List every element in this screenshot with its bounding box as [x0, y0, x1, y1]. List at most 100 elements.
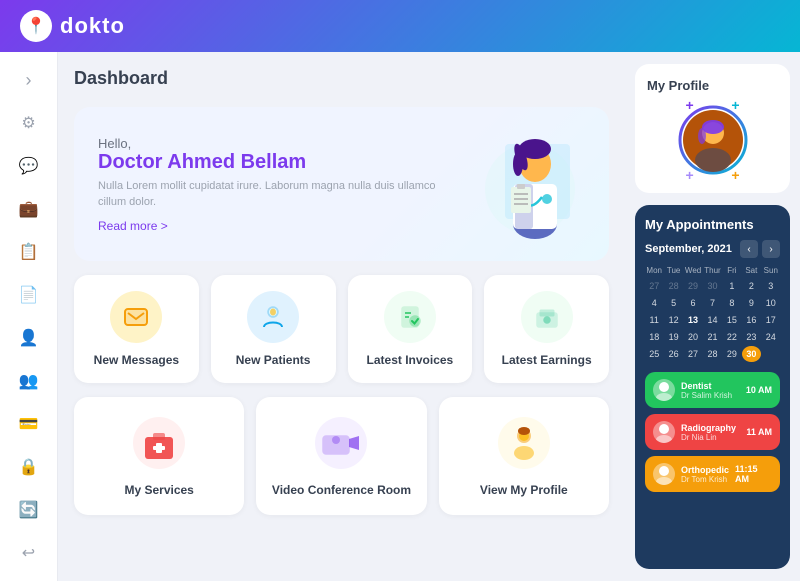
calendar-header: September, 2021 ‹ ›: [645, 240, 780, 258]
cal-day[interactable]: 3: [762, 278, 780, 294]
appt-doctor-dentist: Dr Salim Krish: [681, 391, 740, 400]
appointment-radio[interactable]: Radiography Dr Nia Lin 11 AM: [645, 414, 780, 450]
earnings-icon: [521, 291, 573, 343]
appt-time-dentist: 10 AM: [746, 385, 772, 395]
calendar-prev[interactable]: ‹: [740, 240, 758, 258]
sidebar-item-card[interactable]: 💳: [10, 405, 48, 442]
action-card-video[interactable]: Video Conference Room: [256, 397, 426, 515]
cal-day[interactable]: 17: [762, 312, 780, 328]
appt-specialty-ortho: Orthopedic: [681, 465, 729, 475]
cal-day[interactable]: 6: [684, 295, 702, 311]
cal-header-fri: Fri: [723, 264, 741, 277]
doctor-illustration: [455, 129, 585, 239]
cal-header-mon: Mon: [645, 264, 663, 277]
profile-label: View My Profile: [480, 483, 568, 497]
cal-day[interactable]: 9: [742, 295, 760, 311]
appt-avatar-ortho: [653, 463, 675, 485]
appointments-card: My Appointments September, 2021 ‹ › Mon …: [635, 205, 790, 569]
sidebar-item-logout[interactable]: ↩: [10, 534, 48, 571]
patients-label: New Patients: [236, 353, 311, 367]
stat-card-messages[interactable]: New Messages: [74, 275, 199, 383]
cal-day[interactable]: 10: [762, 295, 780, 311]
cal-day[interactable]: 18: [645, 329, 663, 345]
action-cards: My Services Video Conference Room: [74, 397, 609, 515]
cal-day[interactable]: 28: [703, 346, 721, 362]
cal-day[interactable]: 30: [703, 278, 721, 294]
sidebar-item-lock[interactable]: 🔒: [10, 448, 48, 485]
deco-plus-tr: +: [731, 97, 739, 113]
appointment-dentist[interactable]: Dentist Dr Salim Krish 10 AM: [645, 372, 780, 408]
appt-specialty-radio: Radiography: [681, 423, 740, 433]
welcome-text: Hello, Doctor Ahmed Bellam Nulla Lorem m…: [98, 136, 455, 233]
calendar-month: September, 2021: [645, 243, 732, 255]
appt-avatar-dentist: [653, 379, 675, 401]
cal-day[interactable]: 23: [742, 329, 760, 345]
cal-day[interactable]: 29: [684, 278, 702, 294]
appt-doctor-radio: Dr Nia Lin: [681, 433, 740, 442]
logo: 📍 dokto: [20, 10, 125, 42]
sidebar-item-group[interactable]: 👥: [10, 362, 48, 399]
cal-day[interactable]: 13: [684, 312, 702, 328]
cal-day[interactable]: 15: [723, 312, 741, 328]
earnings-label: Latest Earnings: [502, 353, 592, 367]
profile-avatar-wrapper: + + + +: [678, 105, 748, 175]
sidebar-item-refresh[interactable]: 🔄: [10, 491, 48, 528]
appointment-ortho[interactable]: Orthopedic Dr Tom Krish 11:15 AM: [645, 456, 780, 492]
cal-day[interactable]: 7: [703, 295, 721, 311]
cal-day[interactable]: 8: [723, 295, 741, 311]
cal-day[interactable]: 28: [664, 278, 682, 294]
calendar-next[interactable]: ›: [762, 240, 780, 258]
sidebar-item-settings[interactable]: ⚙: [10, 105, 48, 142]
cal-header-thur: Thur: [703, 264, 721, 277]
deco-plus-tl: +: [686, 97, 694, 113]
cal-day[interactable]: 29: [723, 346, 741, 362]
sidebar-toggle[interactable]: ›: [10, 62, 48, 99]
cal-day[interactable]: 4: [645, 295, 663, 311]
cal-day[interactable]: 11: [645, 312, 663, 328]
profile-action-icon: [496, 415, 552, 471]
cal-day[interactable]: 19: [664, 329, 682, 345]
sidebar-item-messages[interactable]: 💬: [10, 148, 48, 185]
cal-day[interactable]: 21: [703, 329, 721, 345]
appt-info-ortho: Orthopedic Dr Tom Krish: [681, 465, 729, 484]
video-label: Video Conference Room: [272, 483, 411, 497]
sidebar-item-briefcase[interactable]: 💼: [10, 191, 48, 228]
invoices-icon: [384, 291, 436, 343]
services-icon: [131, 415, 187, 471]
welcome-description: Nulla Lorem mollit cupidatat irure. Labo…: [98, 178, 455, 211]
cal-day[interactable]: 1: [723, 278, 741, 294]
video-icon: [313, 415, 369, 471]
stat-card-earnings[interactable]: Latest Earnings: [484, 275, 609, 383]
cal-day-today[interactable]: 30: [742, 346, 760, 362]
cal-day[interactable]: 22: [723, 329, 741, 345]
cal-day[interactable]: 2: [742, 278, 760, 294]
action-card-profile[interactable]: View My Profile: [439, 397, 609, 515]
welcome-banner: Hello, Doctor Ahmed Bellam Nulla Lorem m…: [74, 107, 609, 261]
cal-day[interactable]: 24: [762, 329, 780, 345]
invoices-label: Latest Invoices: [367, 353, 454, 367]
cal-day: [762, 346, 780, 362]
appt-info-dentist: Dentist Dr Salim Krish: [681, 381, 740, 400]
cal-day[interactable]: 16: [742, 312, 760, 328]
cal-day[interactable]: 14: [703, 312, 721, 328]
logo-icon: 📍: [20, 10, 52, 42]
cal-day[interactable]: 27: [684, 346, 702, 362]
cal-day[interactable]: 26: [664, 346, 682, 362]
sidebar-item-documents[interactable]: 📄: [10, 277, 48, 314]
read-more-link[interactable]: Read more >: [98, 219, 455, 233]
sidebar-item-user[interactable]: 👤: [10, 320, 48, 357]
sidebar-item-calendar[interactable]: 📋: [10, 234, 48, 271]
action-card-services[interactable]: My Services: [74, 397, 244, 515]
stat-cards: New Messages New Patients: [74, 275, 609, 383]
deco-plus-br: +: [731, 167, 739, 183]
appointments-title: My Appointments: [645, 217, 780, 232]
cal-day[interactable]: 20: [684, 329, 702, 345]
cal-day[interactable]: 12: [664, 312, 682, 328]
stat-card-patients[interactable]: New Patients: [211, 275, 336, 383]
stat-card-invoices[interactable]: Latest Invoices: [348, 275, 473, 383]
appt-time-ortho: 11:15 AM: [735, 464, 772, 484]
profile-card: My Profile + + + +: [635, 64, 790, 193]
cal-day[interactable]: 27: [645, 278, 663, 294]
cal-day[interactable]: 25: [645, 346, 663, 362]
cal-day[interactable]: 5: [664, 295, 682, 311]
